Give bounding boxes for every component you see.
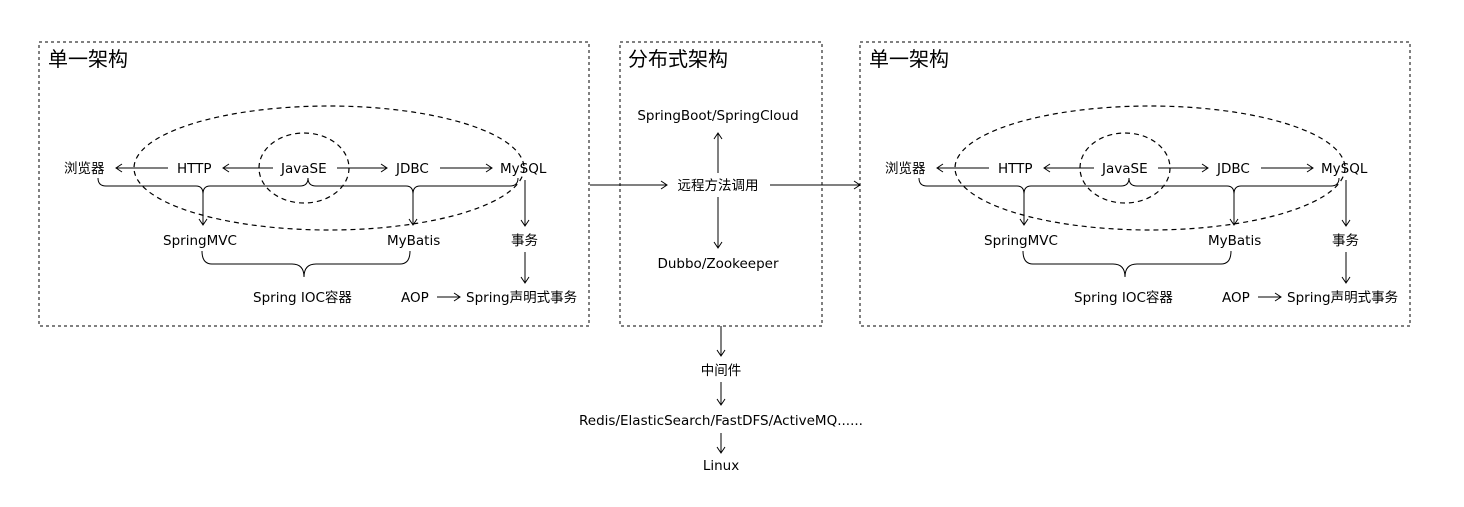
left-panel-border [38, 41, 590, 327]
right-jdbc-label: JDBC [1216, 161, 1250, 177]
middle-rpc-label: 远程方法调用 [678, 178, 759, 194]
left-springmvc-label: SpringMVC [163, 233, 237, 249]
right-ioc-label: Spring IOC容器 [1074, 289, 1173, 306]
left-browser-label: 浏览器 [64, 161, 105, 177]
left-springmvc-brace [97, 177, 309, 195]
middle-dubbo-label: Dubbo/Zookeeper [657, 256, 778, 272]
left-jdbc-label: JDBC [395, 161, 429, 177]
left-ioc-label: Spring IOC容器 [253, 289, 352, 306]
right-springmvc-brace [918, 177, 1130, 195]
right-http-label: HTTP [998, 161, 1033, 177]
middle-panel-title: 分布式架构 [628, 47, 728, 71]
left-mysql-label: MySQL [500, 161, 547, 177]
middleware-label: 中间件 [701, 363, 742, 379]
right-browser-label: 浏览器 [885, 161, 926, 177]
linux-label: Linux [703, 458, 739, 474]
left-mybatis-brace [307, 177, 519, 195]
left-panel-title: 单一架构 [48, 47, 128, 71]
left-mybatis-label: MyBatis [387, 233, 440, 249]
right-panel-title: 单一架构 [869, 47, 949, 71]
right-mybatis-brace [1128, 177, 1340, 195]
left-javase-label: JavaSE [280, 161, 327, 177]
right-declarative-tx-label: Spring声明式事务 [1287, 290, 1398, 306]
right-ioc-brace [1022, 250, 1232, 278]
left-monolith-panel: 单一架构 浏览器 HTTP JavaSE JDBC MySQL SpringMV… [38, 41, 590, 327]
left-declarative-tx-label: Spring声明式事务 [466, 290, 577, 306]
left-ioc-brace [201, 250, 411, 278]
right-mybatis-label: MyBatis [1208, 233, 1261, 249]
right-monolith-panel: 单一架构 浏览器 HTTP JavaSE JDBC MySQL SpringMV… [859, 41, 1411, 327]
middle-distributed-panel: 分布式架构 SpringBoot/SpringCloud 远程方法调用 Dubb… [590, 41, 861, 327]
left-aop-label: AOP [401, 290, 429, 306]
right-springmvc-label: SpringMVC [984, 233, 1058, 249]
right-transaction-label: 事务 [1332, 233, 1359, 249]
right-javase-label: JavaSE [1101, 161, 1148, 177]
bottom-chain: 中间件 Redis/ElasticSearch/FastDFS/ActiveMQ… [579, 326, 863, 474]
right-aop-label: AOP [1222, 290, 1250, 306]
right-mysql-label: MySQL [1321, 161, 1368, 177]
tools-label: Redis/ElasticSearch/FastDFS/ActiveMQ....… [579, 413, 863, 429]
middle-springboot-label: SpringBoot/SpringCloud [637, 108, 798, 124]
left-transaction-label: 事务 [511, 233, 538, 249]
right-panel-border [859, 41, 1411, 327]
left-http-label: HTTP [177, 161, 212, 177]
architecture-diagram: 单一架构 浏览器 HTTP JavaSE JDBC MySQL SpringMV… [38, 41, 1411, 474]
